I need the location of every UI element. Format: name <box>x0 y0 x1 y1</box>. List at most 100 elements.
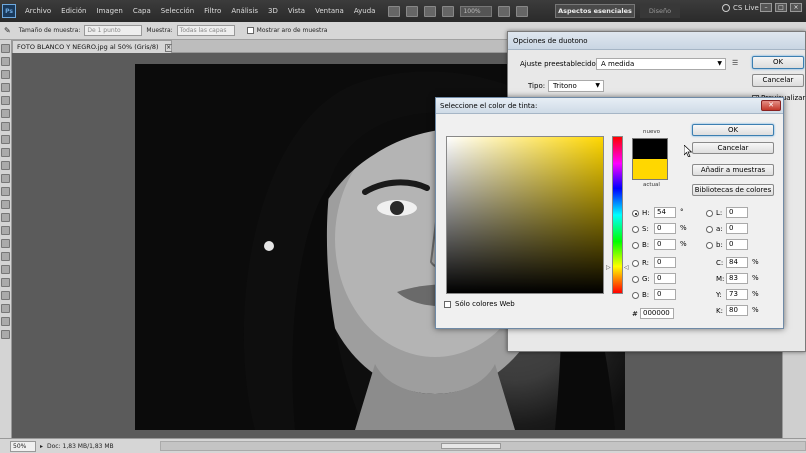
hex-input[interactable]: 000000 <box>640 308 674 319</box>
clone-stamp-icon[interactable] <box>1 148 10 157</box>
color-libraries-button[interactable]: Bibliotecas de colores <box>692 184 774 196</box>
arrange-documents-icon[interactable] <box>498 5 511 17</box>
input-h[interactable]: 54 <box>654 207 676 218</box>
radio-b-blue[interactable] <box>632 292 639 299</box>
zoom-tool-icon[interactable] <box>1 304 10 313</box>
sample-size-label: Tamaño de muestra: <box>18 27 81 34</box>
radio-b-lab[interactable] <box>706 242 713 249</box>
healing-brush-icon[interactable] <box>1 122 10 131</box>
quick-mask-icon[interactable] <box>1 330 10 339</box>
brush-tool-icon[interactable] <box>1 135 10 144</box>
workspace-design-button[interactable]: Diseño <box>640 4 680 18</box>
hand-tool-icon[interactable] <box>1 291 10 300</box>
zoom-tool-icon[interactable] <box>442 5 455 17</box>
eyedropper-tool-icon[interactable]: ✎ <box>4 26 11 35</box>
menu-3d[interactable]: 3D <box>263 7 283 15</box>
scrollbar-thumb[interactable] <box>441 443 501 449</box>
radio-g[interactable] <box>632 276 639 283</box>
input-k[interactable]: 80 <box>726 305 748 316</box>
minibridge-icon[interactable] <box>406 5 419 17</box>
menu-analisis[interactable]: Análisis <box>226 7 263 15</box>
doc-size-arrow-icon[interactable]: ▸ <box>40 443 43 450</box>
radio-b-brightness[interactable] <box>632 242 639 249</box>
close-window-button[interactable]: × <box>790 3 802 12</box>
hand-icon[interactable] <box>424 5 437 17</box>
screen-mode-icon[interactable] <box>516 5 529 17</box>
bridge-icon[interactable] <box>388 5 401 17</box>
radio-s[interactable] <box>632 226 639 233</box>
dodge-tool-icon[interactable] <box>1 213 10 222</box>
menu-vista[interactable]: Vista <box>283 7 310 15</box>
duotone-cancel-button[interactable]: Cancelar <box>752 74 804 87</box>
current-color-swatch[interactable] <box>632 159 668 180</box>
horizontal-scrollbar[interactable] <box>160 441 806 451</box>
lasso-tool-icon[interactable] <box>1 70 10 79</box>
input-b-blue[interactable]: 0 <box>654 289 676 300</box>
menu-filtro[interactable]: Filtro <box>199 7 226 15</box>
input-y[interactable]: 73 <box>726 289 748 300</box>
close-icon[interactable]: ✕ <box>761 100 781 111</box>
sample-layers-select[interactable]: Todas las capas <box>176 25 235 36</box>
menu-bar: Ps Archivo Edición Imagen Capa Selección… <box>0 0 806 22</box>
type-select[interactable]: Tritono ▼ <box>548 80 604 92</box>
marquee-tool-icon[interactable] <box>1 57 10 66</box>
add-to-swatches-button[interactable]: Añadir a muestras <box>692 164 774 176</box>
menu-ayuda[interactable]: Ayuda <box>349 7 381 15</box>
input-s[interactable]: 0 <box>654 223 676 234</box>
slider-right-arrow-icon[interactable]: ◁ <box>624 264 629 271</box>
slider-left-arrow-icon[interactable]: ▷ <box>606 264 611 271</box>
hue-slider[interactable] <box>612 136 623 294</box>
menu-edicion[interactable]: Edición <box>56 7 91 15</box>
input-b-lab[interactable]: 0 <box>726 239 748 250</box>
picker-ok-button[interactable]: OK <box>692 124 774 136</box>
gradient-tool-icon[interactable] <box>1 187 10 196</box>
menu-archivo[interactable]: Archivo <box>20 7 56 15</box>
radio-l[interactable] <box>706 210 713 217</box>
preset-menu-icon[interactable]: ☰ <box>732 59 742 68</box>
input-a[interactable]: 0 <box>726 223 748 234</box>
duotone-ok-button[interactable]: OK <box>752 56 804 69</box>
preset-select[interactable]: A medida ▼ <box>596 58 726 70</box>
radio-a[interactable] <box>706 226 713 233</box>
quick-select-tool-icon[interactable] <box>1 83 10 92</box>
crop-tool-icon[interactable] <box>1 96 10 105</box>
shape-tool-icon[interactable] <box>1 265 10 274</box>
label-g: G: <box>642 275 650 283</box>
web-colors-only-checkbox[interactable] <box>444 301 451 308</box>
input-g[interactable]: 0 <box>654 273 676 284</box>
sample-size-select[interactable]: De 1 punto <box>84 25 143 36</box>
path-select-icon[interactable] <box>1 252 10 261</box>
input-r[interactable]: 0 <box>654 257 676 268</box>
menu-imagen[interactable]: Imagen <box>92 7 128 15</box>
chevron-down-icon: ▼ <box>595 82 600 89</box>
picker-cancel-button[interactable]: Cancelar <box>692 142 774 154</box>
minimize-button[interactable]: – <box>760 3 772 12</box>
pen-tool-icon[interactable] <box>1 226 10 235</box>
foreground-color-icon[interactable] <box>1 317 10 326</box>
workspace-essentials-button[interactable]: Aspectos esenciales <box>555 4 635 18</box>
move-tool-icon[interactable] <box>1 44 10 53</box>
color-field[interactable] <box>446 136 604 294</box>
eraser-tool-icon[interactable] <box>1 174 10 183</box>
type-tool-icon[interactable] <box>1 239 10 248</box>
input-m[interactable]: 83 <box>726 273 748 284</box>
color-picker-title: Seleccione el color de tinta: <box>440 102 538 110</box>
radio-h[interactable] <box>632 210 639 217</box>
input-c[interactable]: 84 <box>726 257 748 268</box>
history-brush-icon[interactable] <box>1 161 10 170</box>
show-ring-checkbox[interactable] <box>246 27 254 34</box>
input-l[interactable]: 0 <box>726 207 748 218</box>
menu-capa[interactable]: Capa <box>128 7 156 15</box>
maximize-button[interactable]: □ <box>775 3 787 12</box>
document-tab[interactable]: FOTO BLANCO Y NEGRO.jpg al 50% (Gris/8) … <box>12 40 173 53</box>
eyedropper-icon[interactable] <box>1 109 10 118</box>
zoom-percent-field[interactable]: 50% <box>10 440 36 452</box>
menu-ventana[interactable]: Ventana <box>310 7 349 15</box>
menu-seleccion[interactable]: Selección <box>156 7 199 15</box>
input-b-brightness[interactable]: 0 <box>654 239 676 250</box>
3d-rotate-icon[interactable] <box>1 278 10 287</box>
blur-tool-icon[interactable] <box>1 200 10 209</box>
radio-r[interactable] <box>632 260 639 267</box>
zoom-level-select[interactable]: 100% <box>460 5 493 17</box>
cs-live-button[interactable]: CS Live <box>722 4 759 12</box>
